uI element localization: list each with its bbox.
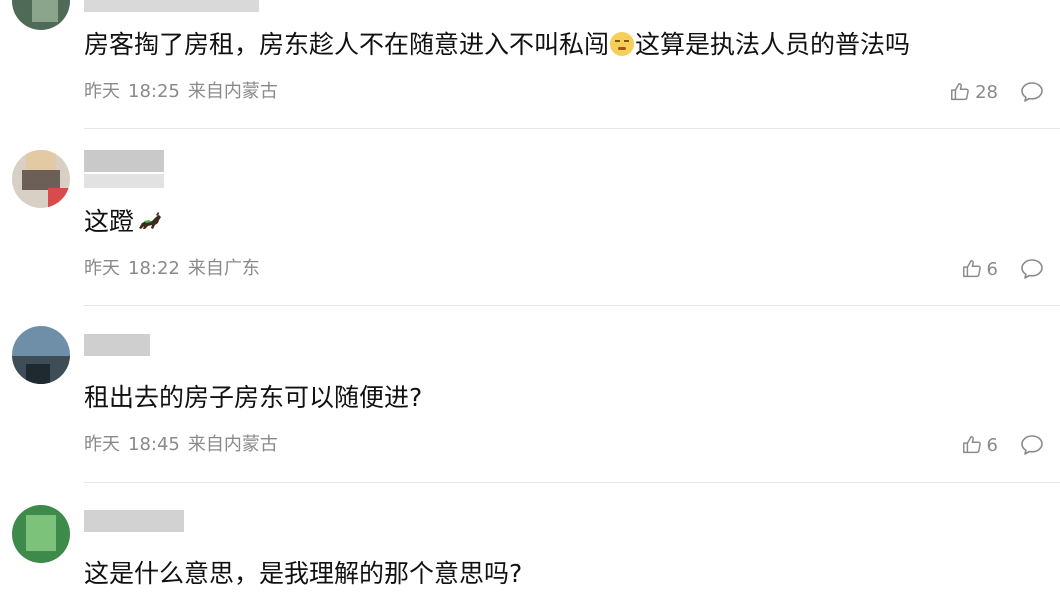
comment-location: 来自内蒙古 xyxy=(187,434,278,455)
like-count: 6 xyxy=(986,434,998,456)
comment-time: 18:45 xyxy=(128,434,180,455)
comment-text: 这蹬 xyxy=(84,205,164,243)
comment-actions: 6 xyxy=(961,255,1044,283)
speech-bubble-icon xyxy=(1021,435,1043,455)
face-emoji-icon xyxy=(610,32,635,56)
comment-date: 昨天 xyxy=(84,81,120,102)
comment-actions: 6 xyxy=(961,431,1044,459)
like-button[interactable]: 6 xyxy=(961,258,998,280)
horse-emoji-icon xyxy=(136,208,164,243)
avatar[interactable] xyxy=(12,326,70,384)
username-blurred[interactable] xyxy=(84,150,164,188)
comment-item: 房客掏了房租，房东趁人不在随意进入不叫私闯 这算是执法人员的普法吗 昨天 18:25… xyxy=(0,0,1060,129)
avatar[interactable] xyxy=(12,0,70,30)
comment-date: 昨天 xyxy=(84,258,120,279)
comment-meta: 昨天 18:45 来自内蒙古 xyxy=(84,433,278,457)
username-blurred[interactable] xyxy=(84,334,154,356)
thumbs-up-icon xyxy=(962,260,981,278)
reply-button[interactable] xyxy=(1020,81,1044,103)
comment-location: 来自广东 xyxy=(187,258,260,279)
comment-time: 18:22 xyxy=(128,258,180,279)
speech-bubble-icon xyxy=(1021,259,1043,279)
comment-actions: 28 xyxy=(949,78,1044,106)
comment-text: 这是什么意思，是我理解的那个意思吗? xyxy=(84,559,523,588)
avatar[interactable] xyxy=(12,505,70,563)
thumbs-up-icon xyxy=(962,436,981,454)
like-count: 28 xyxy=(975,81,998,103)
comment-date: 昨天 xyxy=(84,434,120,455)
speech-bubble-icon xyxy=(1021,82,1043,102)
comment-time: 18:25 xyxy=(128,81,180,102)
username-blurred[interactable] xyxy=(84,0,264,12)
avatar[interactable] xyxy=(12,150,70,208)
comment-text: 房客掏了房租，房东趁人不在随意进入不叫私闯 这算是执法人员的普法吗 xyxy=(84,30,911,59)
divider xyxy=(84,305,1060,306)
comment-meta: 昨天 18:22 来自广东 xyxy=(84,257,260,281)
like-count: 6 xyxy=(986,258,998,280)
like-button[interactable]: 28 xyxy=(949,81,998,103)
comment-location: 来自内蒙古 xyxy=(187,81,278,102)
comment-text: 租出去的房子房东可以随便进? xyxy=(84,383,423,412)
reply-button[interactable] xyxy=(1020,258,1044,280)
reply-button[interactable] xyxy=(1020,434,1044,456)
thumbs-up-icon xyxy=(951,83,969,101)
comment-meta: 昨天 18:25 来自内蒙古 xyxy=(84,80,278,104)
divider xyxy=(84,128,1060,129)
like-button[interactable]: 6 xyxy=(961,434,998,456)
username-blurred[interactable] xyxy=(84,510,194,532)
divider xyxy=(84,482,1060,483)
